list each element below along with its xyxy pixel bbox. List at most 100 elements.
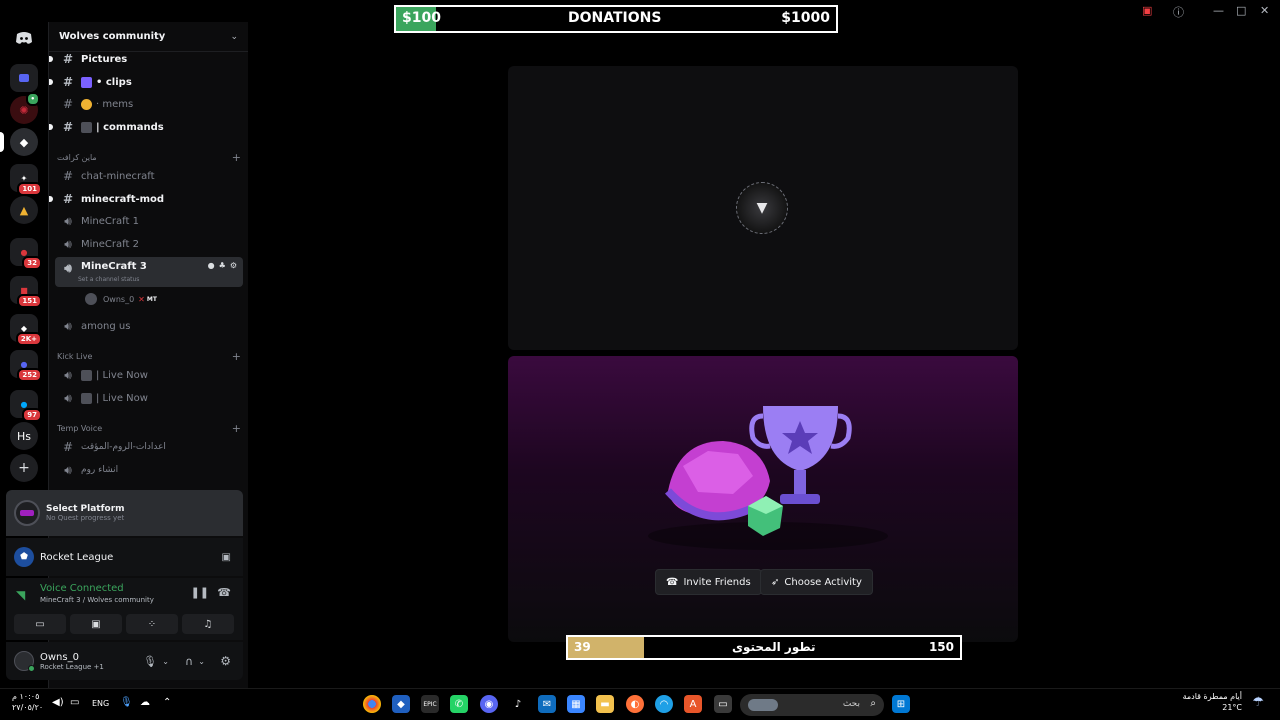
start-button-icon[interactable]: ⊞ [892,695,910,713]
weather-text[interactable]: أيام ممطرة قادمة [1183,692,1242,701]
server-folder-4[interactable]: ■ 151 [10,276,42,308]
avatar[interactable] [14,651,35,672]
display-icon[interactable]: ▭ [70,697,79,708]
server-folder-5[interactable]: ◆ 2K+ [10,314,42,346]
office-icon[interactable]: A [684,695,702,713]
server-header[interactable]: Wolves community ⌄ [49,22,248,52]
cloud-tray-icon[interactable]: ☁ [140,697,150,708]
chrome-icon[interactable] [363,695,381,713]
create-channel-icon[interactable]: + [232,422,241,435]
progress-left-value: 39 [574,640,591,654]
channel-chat-minecraft[interactable]: # chat-minecraft [55,166,243,186]
online-status-dot [28,665,35,672]
channel-temp-settings[interactable]: # اعدادات-الروم-المؤقت [55,437,243,457]
server-wolves-community[interactable]: ◆ [0,128,38,156]
discord-taskbar-icon[interactable]: ◉ [480,695,498,713]
quest-panel[interactable]: Select Platform No Quest progress yet [6,490,243,536]
weather-temp[interactable]: 21°C [1222,703,1242,712]
taskbar-search[interactable]: بحث ⌕ [740,694,884,716]
minimize-button[interactable]: — [1213,4,1224,17]
voice-channel-among-us[interactable]: 🔊︎ among us [55,316,243,336]
category-temp-voice[interactable]: Temp Voice + [57,421,241,435]
server-folder-2[interactable]: ✦ 101 [10,164,42,196]
server-folder-6[interactable]: ● 252 [10,350,42,382]
language-indicator[interactable]: ENG [92,699,109,708]
server-icon-red[interactable]: ✺ • [10,92,40,124]
epic-games-icon[interactable]: EPIC [421,695,439,713]
channel-clips[interactable]: # • clips [49,72,243,92]
channel-label: MineCraft 1 [81,215,139,227]
tray-overflow-icon[interactable]: ⌃ [163,697,171,708]
maximize-button[interactable]: □ [1236,4,1246,17]
chevron-down-icon[interactable]: ⌄ [198,657,205,666]
noise-suppression-icon[interactable]: ❚❚ [191,586,209,599]
category-kick-live[interactable]: Kick Live + [57,349,241,363]
gear-icon[interactable]: ⚙ [220,654,231,668]
windows-taskbar: ١٠:٠٥ م ٢٧/٠٥/٢٠ ◀) ▭ ENG 🎙︎ ☁ ⌃ ◆ EPIC … [0,688,1280,720]
add-member-icon[interactable]: ♣ [219,261,226,270]
server-folder-7[interactable]: ● 97 [10,390,42,422]
whatsapp-icon[interactable]: ✆ [450,695,468,713]
voice-status[interactable]: Voice Connected [40,583,124,594]
game-activity-row[interactable]: ⬟ Rocket League ▣ [6,538,243,576]
chevron-down-icon[interactable]: ⌄ [162,657,169,666]
mic-tray-icon[interactable]: 🎙︎ [120,697,133,708]
clock-time[interactable]: ١٠:٠٥ م [12,692,39,701]
task-view-icon[interactable]: ▭ [714,695,732,713]
mail-icon[interactable]: ✉ [538,695,556,713]
soundboard-button[interactable]: ♫ [182,614,234,634]
create-channel-icon[interactable]: + [232,350,241,363]
channel-pictures[interactable]: # Pictures [49,49,243,69]
voice-channel-live-now-1[interactable]: 🔊︎ | Live Now [55,365,243,385]
rain-cloud-icon[interactable]: ☂ [1252,695,1264,710]
add-server-button[interactable]: + [10,454,38,482]
gear-icon[interactable]: ⚙ [230,261,237,270]
microphone-icon[interactable]: 🎙︎ [143,655,157,668]
progress-right-value: 150 [928,640,954,654]
choose-activity-button[interactable]: ➶ Choose Activity [760,569,873,595]
shield-app-icon[interactable]: ◆ [392,695,410,713]
server-colorful[interactable]: ▲ [10,196,38,224]
rail-badge-online: • [25,92,40,106]
server-hs[interactable]: Hs [10,422,38,450]
disconnect-icon[interactable]: ☎ [217,586,231,599]
activities-button[interactable]: ⁘ [126,614,178,634]
channel-minecraft-mod[interactable]: # minecraft-mod [49,189,243,209]
chat-bubble-icon[interactable]: ● [208,261,215,270]
voice-channel-minecraft-1[interactable]: 🔊︎ MineCraft 1 [55,211,243,231]
unread-indicator [49,196,53,202]
edge-icon[interactable]: ◠ [655,695,673,713]
active-server-pip [0,132,4,152]
headphones-icon[interactable]: ∩ [185,655,193,668]
clock-date[interactable]: ٢٧/٠٥/٢٠ [12,703,43,712]
participant-tile[interactable]: ▼ [508,66,1018,350]
voice-channel-live-now-2[interactable]: 🔊︎ | Live Now [55,388,243,408]
screen-share-button[interactable]: ▣ [70,614,122,634]
clips-emoji-icon [81,76,92,88]
volume-icon[interactable]: ◀) [52,697,64,708]
discord-home-button[interactable] [10,24,38,52]
voice-channel-minecraft-3[interactable]: 🔊︎ MineCraft 3 ● ♣ ⚙ Set a channel statu… [55,257,243,287]
voice-channel-minecraft-2[interactable]: 🔊︎ MineCraft 2 [55,234,243,254]
voice-member-row[interactable]: Owns_0 ✕ MT [79,289,239,309]
file-explorer-icon[interactable]: ▬ [596,695,614,713]
close-button[interactable]: ✕ [1260,4,1269,17]
inbox-icon[interactable]: ▣ [1142,4,1152,17]
server-folder-3[interactable]: ● 32 [10,238,42,270]
create-channel-icon[interactable]: + [232,151,241,164]
firefox-icon[interactable]: ◐ [626,695,644,713]
invite-friends-button[interactable]: ☎ Invite Friends [655,569,762,595]
channel-mems[interactable]: # · mems [55,94,243,114]
screen-share-icon[interactable]: ▣ [222,552,231,563]
server-folder[interactable] [10,64,38,92]
camera-button[interactable]: ▭ [14,614,66,634]
voice-channel-create-room[interactable]: 🔊︎ انشاء روم [55,460,243,480]
channel-status-hint[interactable]: Set a channel status [78,276,139,283]
tiktok-icon[interactable]: ♪ [509,695,527,713]
channel-commands[interactable]: # | commands [49,117,243,137]
category-minecraft[interactable]: ماين كرافت + [57,150,241,164]
store-icon[interactable]: ▦ [567,695,585,713]
help-icon[interactable]: ⓘ [1173,4,1184,20]
search-icon: ⌕ [870,698,876,709]
voice-channel-path[interactable]: MineCraft 3 / Wolves community [40,596,154,604]
